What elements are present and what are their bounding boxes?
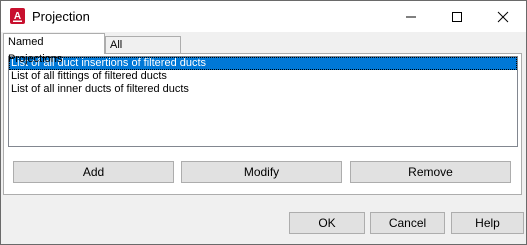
window-title: Projection bbox=[32, 9, 90, 24]
remove-button[interactable]: Remove bbox=[350, 161, 511, 183]
add-button[interactable]: Add bbox=[13, 161, 174, 183]
projection-dialog: A Projection Named Projections All Proje… bbox=[0, 0, 527, 245]
projection-list[interactable]: List of all duct insertions of filtered … bbox=[8, 56, 518, 147]
modify-button[interactable]: Modify bbox=[181, 161, 342, 183]
tab-control: Named Projections All Projections List o… bbox=[1, 32, 526, 196]
tab-named-projections[interactable]: Named Projections bbox=[3, 33, 105, 65]
autocad-app-icon: A bbox=[10, 8, 25, 24]
close-button[interactable] bbox=[480, 1, 526, 32]
ok-button[interactable]: OK bbox=[289, 212, 365, 234]
maximize-button[interactable] bbox=[434, 1, 480, 32]
title-bar: A Projection bbox=[1, 1, 526, 32]
list-item[interactable]: List of all duct insertions of filtered … bbox=[9, 57, 517, 70]
maximize-icon bbox=[452, 12, 462, 22]
minimize-button[interactable] bbox=[388, 1, 434, 32]
svg-text:A: A bbox=[14, 11, 21, 22]
list-item[interactable]: List of all inner ducts of filtered duct… bbox=[9, 83, 517, 96]
minimize-icon bbox=[406, 16, 416, 18]
list-item[interactable]: List of all fittings of filtered ducts bbox=[9, 70, 517, 83]
close-icon bbox=[497, 11, 509, 23]
help-button[interactable]: Help bbox=[451, 212, 524, 234]
cancel-button[interactable]: Cancel bbox=[370, 212, 445, 234]
